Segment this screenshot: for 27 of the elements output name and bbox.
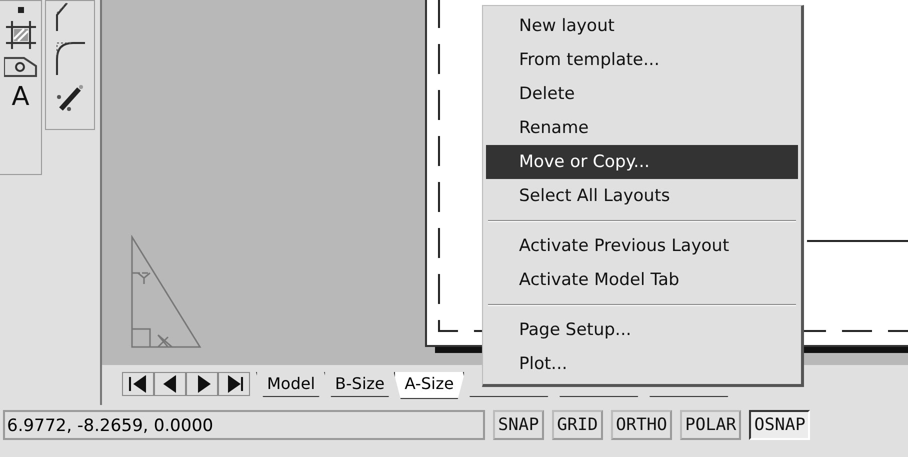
region-icon[interactable] bbox=[4, 55, 38, 77]
coordinates-display: 6.9772, -8.2659, 0.0000 bbox=[3, 410, 485, 440]
explode-icon[interactable] bbox=[55, 83, 85, 113]
next-tab-button[interactable] bbox=[186, 372, 218, 396]
layout-tab[interactable]: A-Size bbox=[394, 372, 465, 399]
status-toggle[interactable]: OSNAP bbox=[749, 410, 810, 440]
menu-item[interactable]: Activate Previous Layout bbox=[486, 229, 798, 263]
point-icon[interactable] bbox=[18, 7, 24, 13]
last-tab-button[interactable] bbox=[218, 372, 250, 396]
status-toggle[interactable]: SNAP bbox=[493, 410, 544, 440]
first-tab-button[interactable] bbox=[122, 372, 154, 396]
text-tool-icon[interactable]: A bbox=[12, 83, 30, 111]
menu-item[interactable]: Rename bbox=[486, 111, 798, 145]
hatch-icon[interactable] bbox=[6, 19, 36, 49]
status-toggle[interactable]: ORTHO bbox=[610, 410, 672, 440]
menu-item[interactable]: Page Setup... bbox=[486, 313, 798, 347]
previous-tab-button[interactable] bbox=[154, 372, 186, 396]
status-toggle[interactable]: POLAR bbox=[680, 410, 742, 440]
status-toggle[interactable]: GRID bbox=[552, 410, 603, 440]
menu-item[interactable]: New layout bbox=[486, 9, 798, 43]
menu-item[interactable]: Plot... bbox=[486, 347, 798, 381]
menu-item[interactable]: Select All Layouts bbox=[486, 179, 798, 213]
menu-item[interactable]: Delete bbox=[486, 77, 798, 111]
menu-item[interactable]: Move or Copy... bbox=[486, 145, 798, 179]
fillet-icon[interactable] bbox=[53, 39, 87, 75]
menu-item[interactable]: From template... bbox=[486, 43, 798, 77]
menu-item[interactable]: Activate Model Tab bbox=[486, 263, 798, 297]
